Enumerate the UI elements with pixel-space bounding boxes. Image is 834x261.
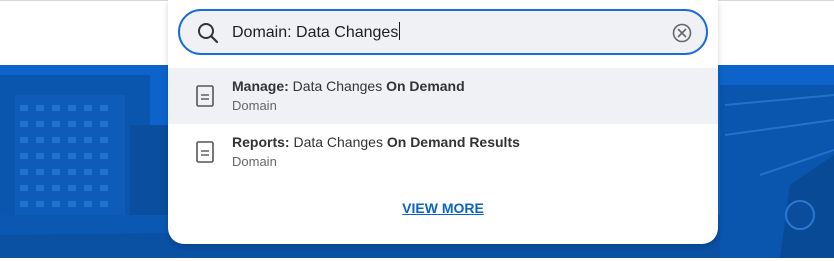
- search-input-value: Domain: Data Changes: [232, 24, 399, 41]
- result-title-suffix: On Demand: [386, 78, 465, 94]
- text-cursor: [399, 22, 401, 40]
- search-input[interactable]: Domain: Data Changes: [232, 22, 401, 44]
- result-title-suffix: On Demand Results: [386, 134, 520, 150]
- search-result-title: Reports: Data Changes On Demand Results: [232, 134, 520, 151]
- search-result-title: Manage: Data Changes On Demand: [232, 78, 465, 95]
- search-icon: [198, 23, 219, 44]
- search-result-subtitle: Domain: [232, 154, 277, 169]
- result-title-match: Data Changes: [289, 134, 387, 150]
- view-more-link[interactable]: VIEW MORE: [168, 200, 718, 217]
- result-title-prefix: Manage:: [232, 78, 289, 94]
- page: Domain: Data Changes Manage: Data Change…: [0, 0, 834, 261]
- document-icon: [196, 85, 214, 107]
- document-icon: [196, 141, 214, 163]
- result-title-match: Data Changes: [288, 78, 387, 94]
- search-result-subtitle: Domain: [232, 98, 277, 113]
- result-title-prefix: Reports:: [232, 134, 290, 150]
- search-results-list: Manage: Data Changes On Demand Domain Re…: [168, 68, 718, 180]
- search-result-item[interactable]: Manage: Data Changes On Demand Domain: [168, 68, 718, 124]
- clear-icon[interactable]: [672, 23, 692, 43]
- search-result-item[interactable]: Reports: Data Changes On Demand Results …: [168, 124, 718, 180]
- search-dropdown-panel: Domain: Data Changes Manage: Data Change…: [168, 0, 718, 244]
- search-box[interactable]: Domain: Data Changes: [178, 9, 708, 55]
